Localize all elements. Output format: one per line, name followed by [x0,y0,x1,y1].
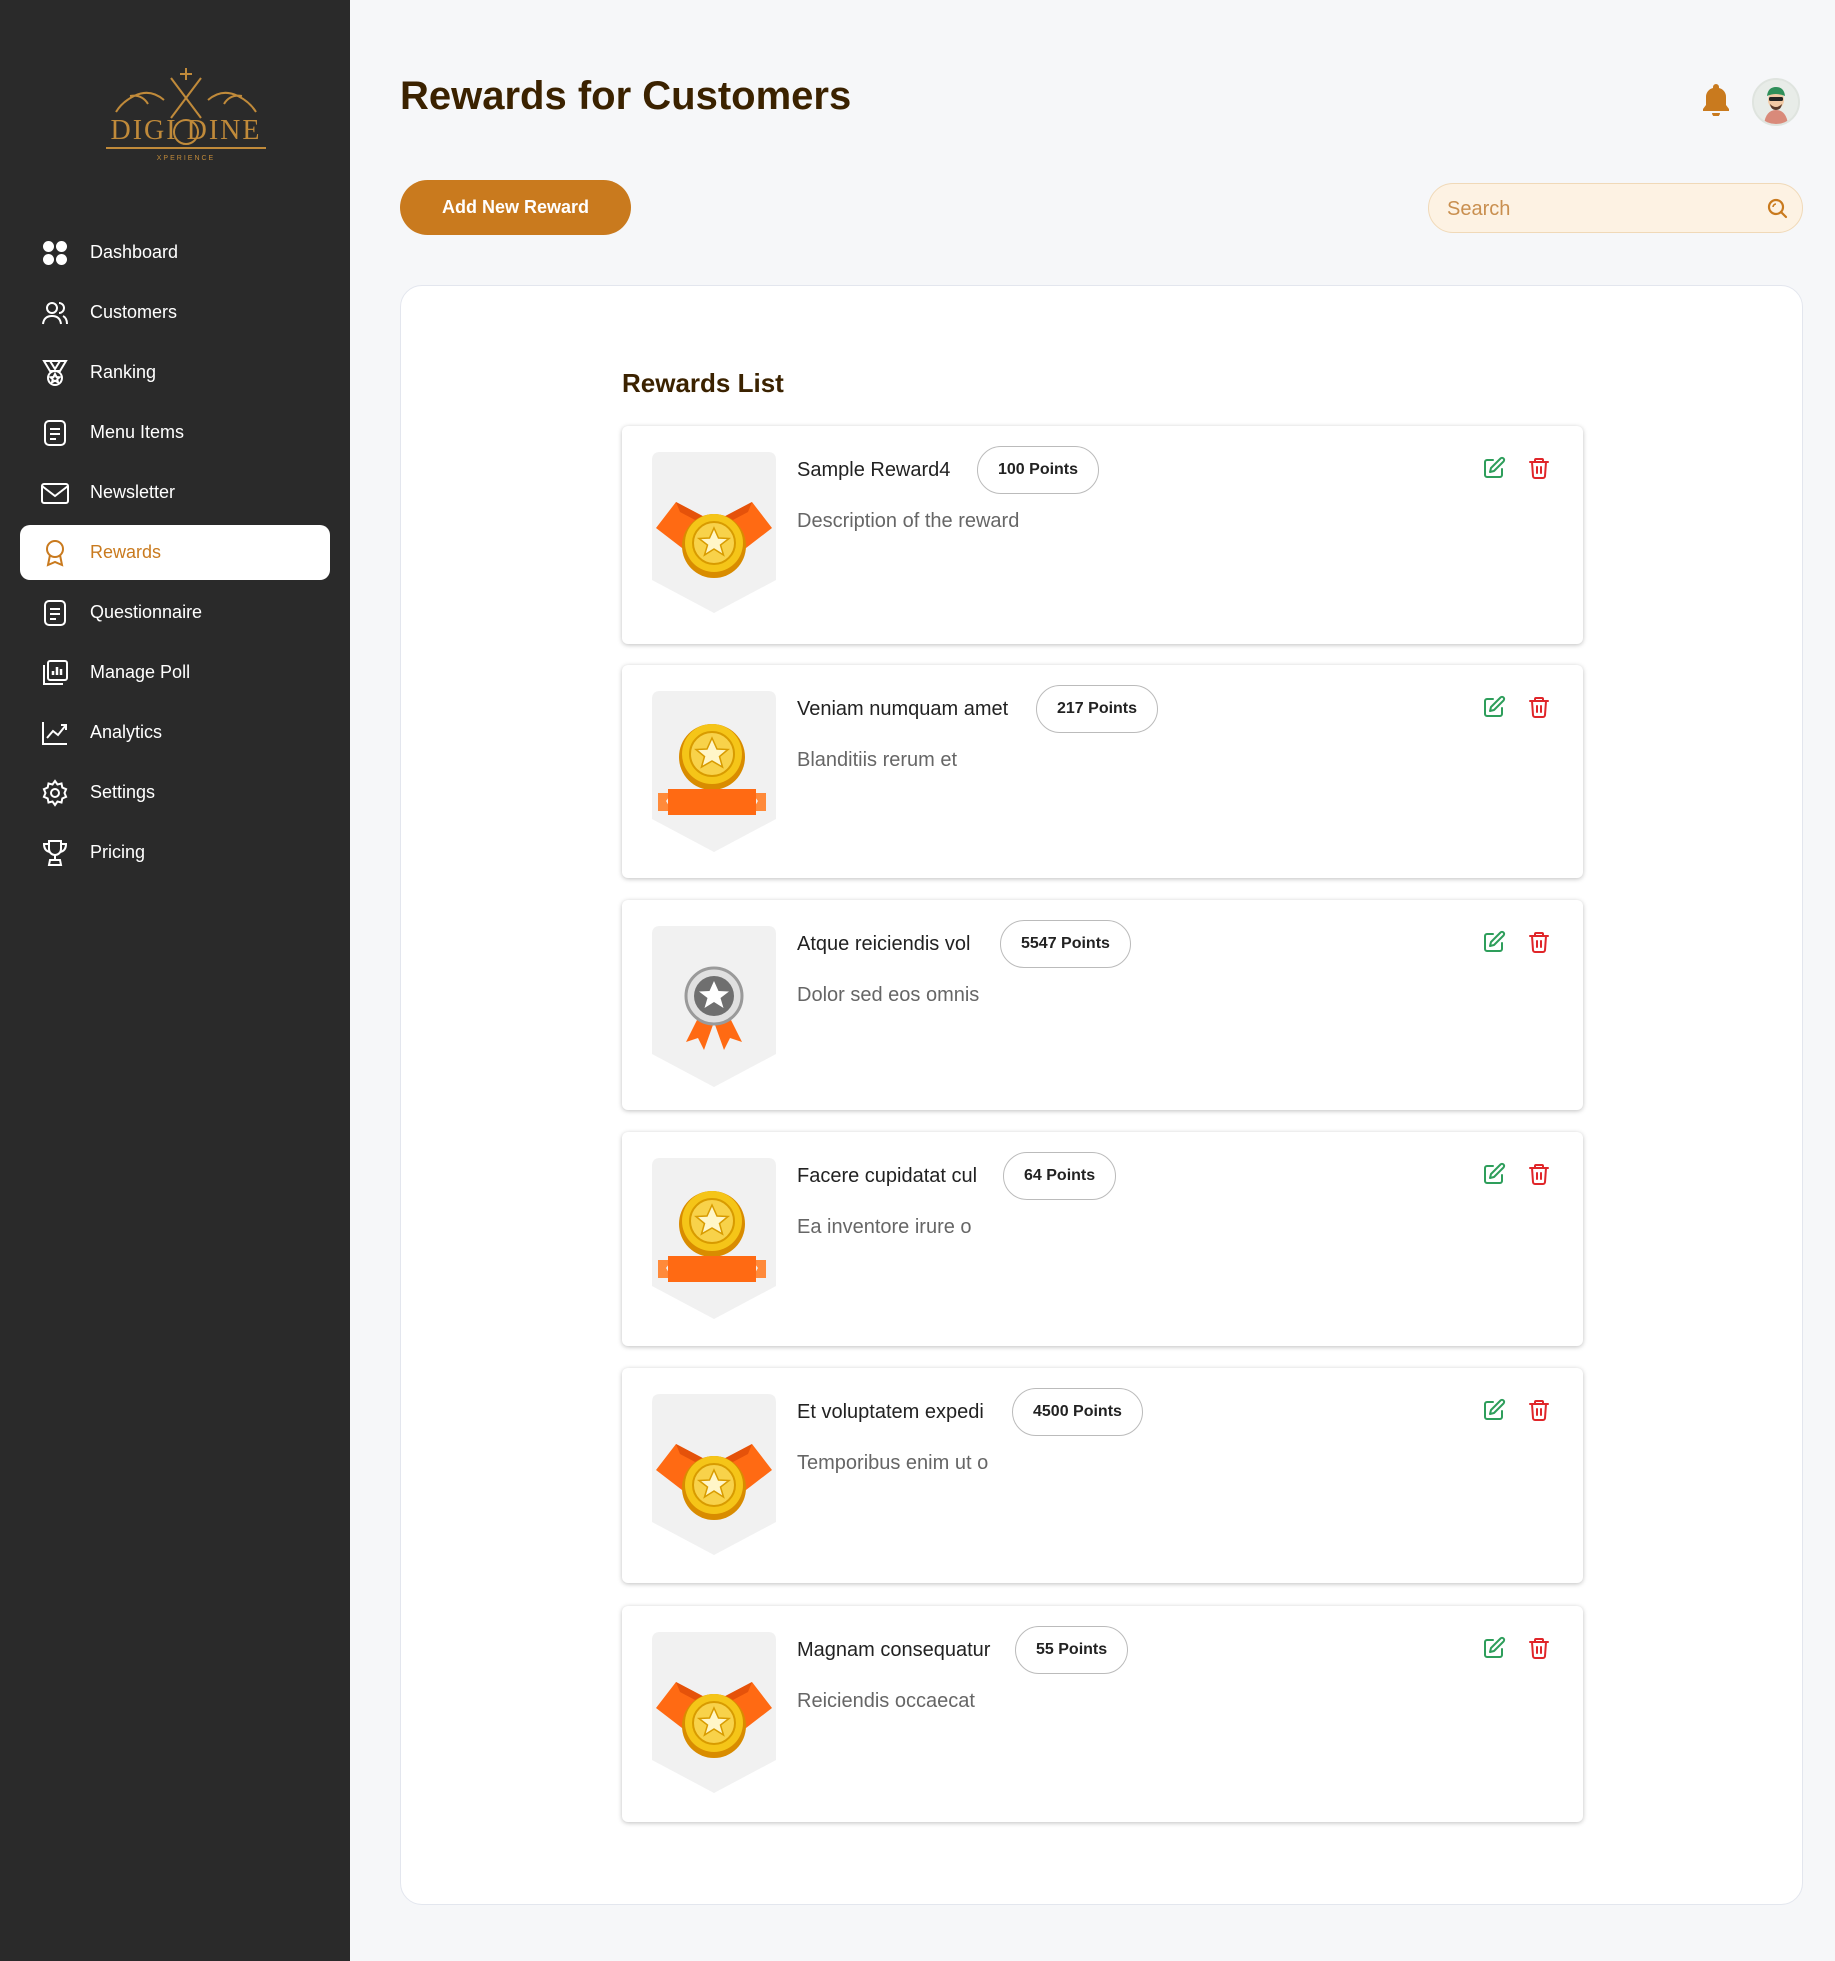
notification-bell-icon[interactable] [1700,82,1732,117]
delete-icon[interactable] [1527,695,1551,719]
sidebar-item-pricing[interactable]: Pricing [20,825,330,880]
sidebar-item-questionnaire[interactable]: Questionnaire [20,585,330,640]
svg-text:XPERIENCE: XPERIENCE [157,155,215,162]
sidebar-nav: Dashboard Customers Ranking Menu Items N… [20,225,330,885]
brand-logo[interactable]: DIGI DINE XPERIENCE [76,60,296,165]
sidebar-item-ranking[interactable]: Ranking [20,345,330,400]
search-icon[interactable] [1766,197,1788,219]
brand-logo-icon: DIGI DINE XPERIENCE [106,68,266,162]
questionnaire-document-icon [40,598,70,628]
delete-icon[interactable] [1527,1162,1551,1186]
search-box [1428,183,1803,234]
reward-card: Atque reiciendis vol 5547 Points Dolor s… [622,900,1583,1110]
reward-name: Sample Reward4 [797,459,951,481]
sidebar-item-rewards[interactable]: Rewards [20,525,330,580]
add-new-reward-button[interactable]: Add New Reward [400,180,631,235]
reward-card: Facere cupidatat cul 64 Points Ea invent… [622,1132,1583,1346]
reward-card: Magnam consequatur 55 Points Reiciendis … [622,1606,1583,1822]
reward-card: Et voluptatem expedi 4500 Points Tempori… [622,1368,1583,1583]
edit-icon[interactable] [1482,930,1506,954]
search-input[interactable] [1445,184,1749,234]
svg-text:DIGI DINE: DIGI DINE [111,115,262,146]
sidebar-item-settings[interactable]: Settings [20,765,330,820]
gear-icon [40,778,70,808]
reward-points-badge: 217 Points [1036,685,1159,733]
delete-icon[interactable] [1527,456,1551,480]
sidebar-item-customers[interactable]: Customers [20,285,330,340]
edit-icon[interactable] [1482,1636,1506,1660]
silver-medal-badge-icon [650,924,778,1089]
reward-points-badge: 64 Points [1003,1152,1117,1200]
medal-ribbon-badge-icon [650,1630,778,1795]
reward-name: Magnam consequatur [797,1639,991,1661]
reward-description: Ea inventore irure o [797,1216,972,1238]
reward-name: Et voluptatem expedi [797,1401,984,1423]
sidebar-item-label: Settings [90,782,156,802]
medal-banner-badge-icon [650,689,778,854]
reward-name: Atque reiciendis vol [797,933,971,955]
reward-description: Reiciendis occaecat [797,1690,975,1712]
sidebar-item-label: Analytics [90,722,163,742]
sidebar-item-label: Newsletter [90,482,176,502]
trophy-icon [40,838,70,868]
reward-name: Veniam numquam amet [797,698,1009,720]
delete-icon[interactable] [1527,930,1551,954]
delete-icon[interactable] [1527,1636,1551,1660]
reward-description: Dolor sed eos omnis [797,984,980,1006]
rewards-panel: Rewards List Sample Reward4 100 Points D… [400,285,1803,1905]
medal-ribbon-badge-icon [650,450,778,615]
sidebar-item-analytics[interactable]: Analytics [20,705,330,760]
rewards-list-title: Rewards List [622,368,784,398]
medal-icon [40,358,70,388]
user-avatar-icon [1754,80,1798,124]
reward-name: Facere cupidatat cul [797,1165,978,1187]
sidebar-item-newsletter[interactable]: Newsletter [20,465,330,520]
reward-points-badge: 4500 Points [1012,1388,1143,1436]
edit-icon[interactable] [1482,695,1506,719]
medal-ribbon-badge-icon [650,1392,778,1557]
edit-icon[interactable] [1482,1398,1506,1422]
sidebar-item-label: Questionnaire [90,602,203,622]
edit-icon[interactable] [1482,1162,1506,1186]
menu-document-icon [40,418,70,448]
users-icon [40,298,70,328]
sidebar-item-label: Rewards [90,542,162,562]
sidebar-item-dashboard[interactable]: Dashboard [20,225,330,280]
reward-points-badge: 55 Points [1015,1626,1129,1674]
sidebar-item-label: Customers [90,302,178,322]
sidebar-item-label: Pricing [90,842,146,862]
reward-card: Veniam numquam amet 217 Points Blanditii… [622,665,1583,878]
edit-icon[interactable] [1482,456,1506,480]
main-content: Rewards for Customers Add New Reward Rew… [350,0,1835,1961]
poll-chart-icon [40,658,70,688]
delete-icon[interactable] [1527,1398,1551,1422]
sidebar-item-label: Dashboard [90,242,179,262]
avatar[interactable] [1752,78,1800,126]
analytics-line-icon [40,718,70,748]
reward-points-badge: 5547 Points [1000,920,1131,968]
sidebar-item-label: Menu Items [90,422,185,442]
sidebar-item-label: Ranking [90,362,157,382]
dashboard-grid-icon [40,238,70,268]
reward-card: Sample Reward4 100 Points Description of… [622,426,1583,644]
reward-description: Blanditiis rerum et [797,749,958,771]
reward-ribbon-icon [40,538,70,568]
sidebar: DIGI DINE XPERIENCE Dashboard Customers … [0,0,350,1961]
sidebar-item-label: Manage Poll [90,662,191,682]
sidebar-item-menu-items[interactable]: Menu Items [20,405,330,460]
reward-description: Temporibus enim ut o [797,1452,989,1474]
mail-icon [40,478,70,508]
reward-points-badge: 100 Points [977,446,1100,494]
medal-banner-badge-icon [650,1156,778,1321]
reward-description: Description of the reward [797,510,1020,532]
sidebar-item-manage-poll[interactable]: Manage Poll [20,645,330,700]
page-title: Rewards for Customers [400,74,852,118]
